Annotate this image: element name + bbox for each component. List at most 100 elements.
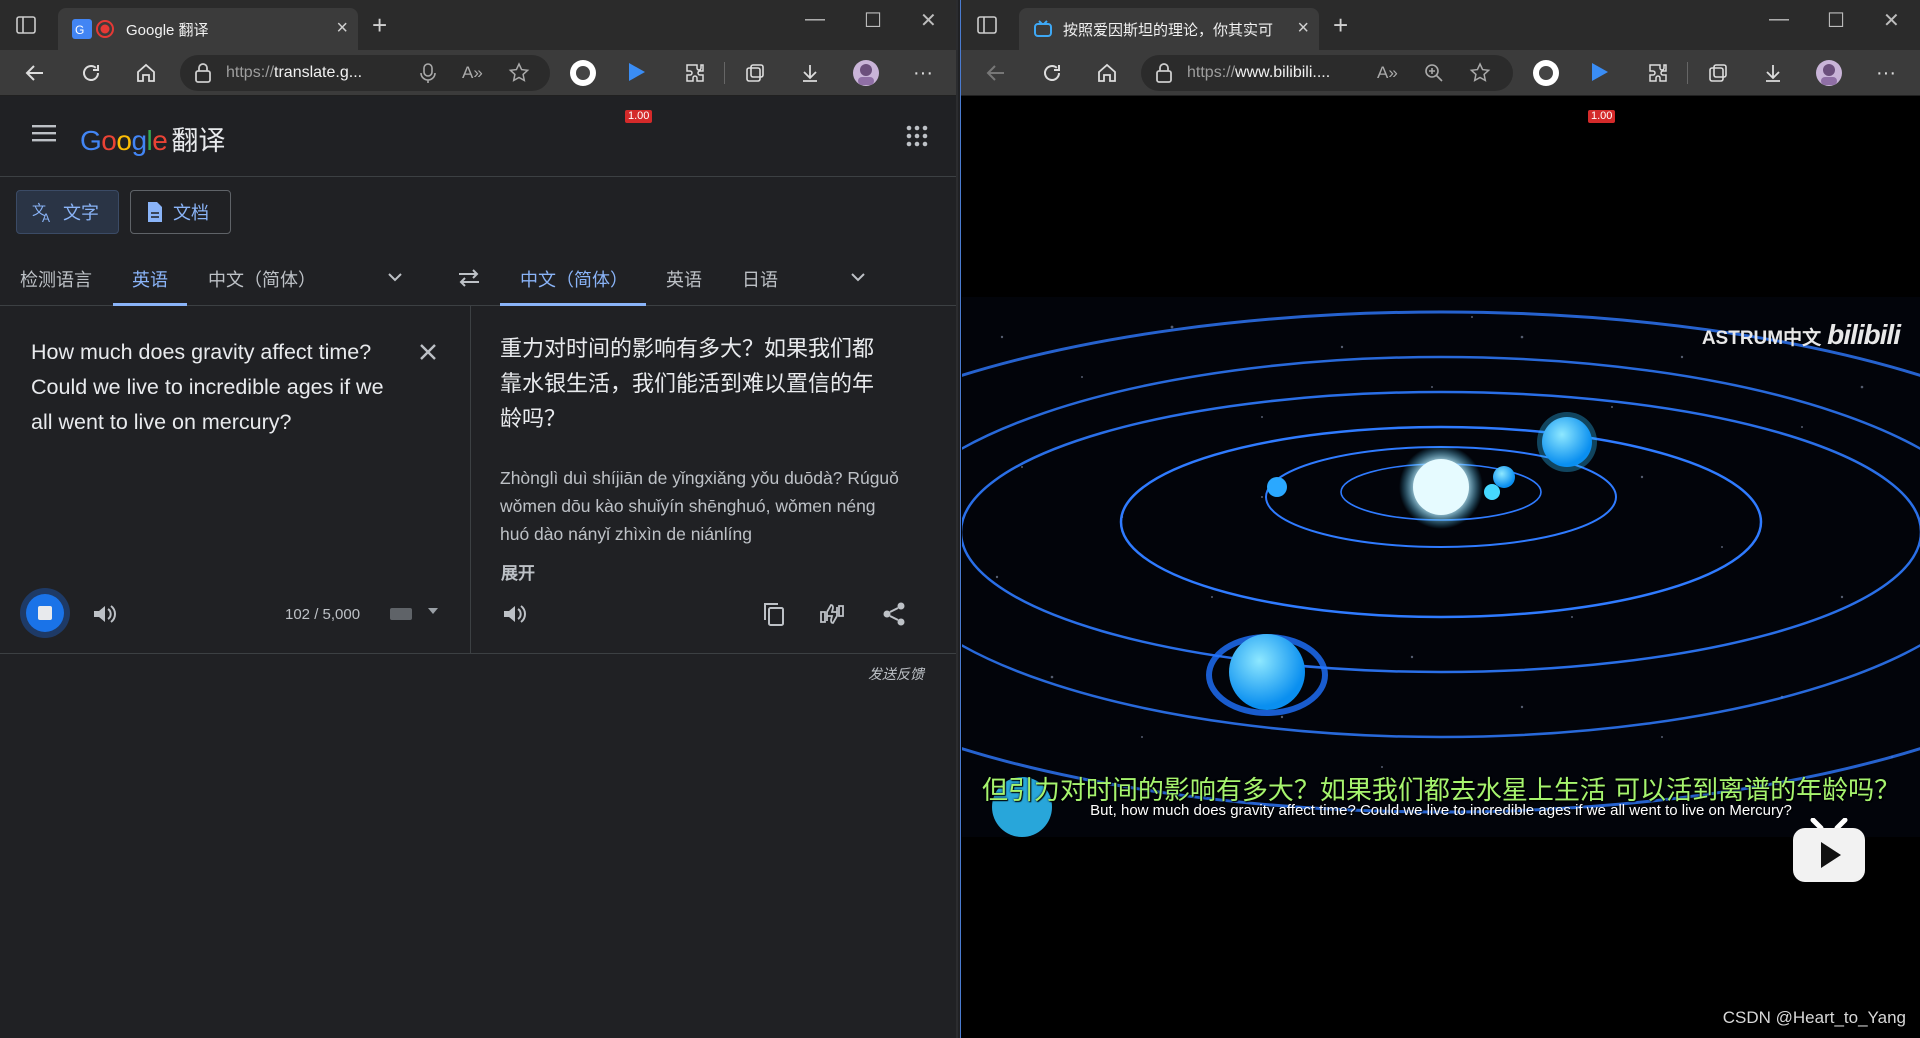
browser-toolbar: https://translate.g... A» 1.00 ··· [0,50,956,123]
feedback-divider [0,653,956,654]
translate-brand-label: 翻译 [171,126,226,156]
google-apps-icon[interactable] [906,125,928,147]
favorite-icon[interactable] [1469,62,1491,84]
download-icon[interactable] [1758,58,1788,88]
tab-bilibili-video[interactable]: 按照爱因斯坦的理论，你其实可 × [1019,8,1319,50]
video-speed-icon[interactable] [1586,58,1616,88]
text-mode-label: 文字 [63,203,99,223]
maximize-icon[interactable]: ☐ [864,8,882,33]
home-icon[interactable] [131,58,161,88]
svg-text:G: G [75,23,84,37]
swap-languages-icon[interactable] [456,267,482,289]
collections-icon[interactable] [740,58,770,88]
back-icon[interactable] [20,58,50,88]
listen-translation-icon[interactable] [500,600,528,628]
translate-header: Google 翻译 [0,97,956,177]
back-icon[interactable] [981,58,1011,88]
source-lang-selected-indicator [113,303,187,306]
google-translate-logo[interactable]: Google 翻译 [80,119,225,158]
listen-source-icon[interactable] [90,600,118,628]
menu-icon[interactable] [32,123,58,143]
target-lang-dropdown-icon[interactable] [847,266,869,288]
source-lang-english[interactable]: 英语 [132,266,168,292]
source-lang-chinese[interactable]: 中文（简体） [208,266,316,292]
stop-icon [38,606,52,620]
stop-voice-input-button[interactable] [26,594,64,632]
document-mode-button[interactable]: 文档 [130,190,231,234]
browser-window-google-translate: G Google 翻译 × + — ☐ ✕ https://translate.… [0,0,958,1038]
close-tab-icon[interactable]: × [1297,17,1309,40]
new-tab-icon[interactable]: + [372,10,387,41]
refresh-icon[interactable] [76,58,106,88]
source-lang-dropdown-icon[interactable] [384,266,406,288]
rate-translation-icon[interactable] [818,600,846,628]
romanization-text: Zhònglì duì shíjiān de yǐngxiǎng yǒu duō… [500,468,899,544]
minimize-icon[interactable]: — [805,8,825,31]
address-bar[interactable]: https://www.bilibili.... A» [1141,55,1513,91]
tab-title: Google 翻译 [126,22,209,39]
collections-icon[interactable] [1703,58,1733,88]
close-tab-icon[interactable]: × [336,17,348,40]
extension-translate-icon[interactable] [1531,58,1561,88]
close-window-icon[interactable]: ✕ [920,8,937,33]
more-options-icon[interactable]: ··· [1871,58,1901,88]
address-bar[interactable]: https://translate.g... A» [180,55,550,91]
read-aloud-icon[interactable]: A» [462,63,483,83]
favorite-icon[interactable] [508,62,530,84]
send-feedback-link[interactable]: 发送反馈 [868,664,924,684]
profile-avatar[interactable] [851,58,881,88]
bilibili-logo: bilibili [1827,319,1901,350]
more-options-icon[interactable]: ··· [908,58,938,88]
text-mode-button[interactable]: 文A 文字 [16,190,119,234]
refresh-icon[interactable] [1037,58,1067,88]
extensions-icon[interactable] [1643,58,1673,88]
new-tab-icon[interactable]: + [1333,10,1348,41]
channel-watermark: ASTRUM中文 bilibili [1702,319,1901,351]
close-window-icon[interactable]: ✕ [1883,8,1900,33]
document-mode-label: 文档 [173,203,209,223]
solar-system-animation [962,310,1920,837]
tab-actions-icon[interactable] [975,13,999,37]
url-text: https://translate.g... [226,64,363,81]
lock-icon[interactable] [194,62,212,84]
tab-title: 按照爱因斯坦的理论，你其实可 [1063,22,1274,39]
share-translation-icon[interactable] [880,600,908,628]
lock-icon[interactable] [1155,62,1173,84]
bilibili-play-icon[interactable] [1791,818,1867,884]
planet [1484,484,1500,500]
expand-link[interactable]: 展开 [501,559,535,584]
ringed-planet [1229,634,1305,710]
target-lang-english[interactable]: 英语 [666,266,702,292]
url-text: https://www.bilibili.... [1187,64,1331,81]
tab-google-translate[interactable]: G Google 翻译 × [58,8,358,50]
microphone-icon[interactable] [418,62,438,84]
character-count: 102 / 5,000 [285,606,361,623]
maximize-icon[interactable]: ☐ [1827,8,1845,33]
download-icon[interactable] [795,58,825,88]
tab-actions-icon[interactable] [14,13,38,37]
minimize-icon[interactable]: — [1769,8,1789,31]
home-icon[interactable] [1092,58,1122,88]
translation-output: 重力对时间的影响有多大？如果我们都靠水银生活，我们能活到难以置信的年龄吗？ [500,337,875,432]
toolbar-divider [724,62,725,84]
clear-source-icon[interactable] [416,340,440,364]
profile-avatar[interactable] [1814,58,1844,88]
target-lang-chinese[interactable]: 中文（简体） [520,266,628,292]
read-aloud-icon[interactable]: A» [1377,63,1398,83]
zoom-icon[interactable] [1423,62,1445,84]
source-lang-detect[interactable]: 检测语言 [20,266,92,292]
source-text-input[interactable]: How much does gravity affect time? Could… [31,335,411,440]
extensions-icon[interactable] [680,58,710,88]
google-translate-favicon-icon: G [72,19,92,39]
video-speed-icon[interactable] [623,58,653,88]
extension-translate-icon[interactable] [568,58,598,88]
copy-translation-icon[interactable] [760,600,788,628]
keyboard-icon[interactable] [390,608,412,620]
planet [1267,477,1287,497]
svg-text:A: A [42,211,50,224]
input-tools-dropdown-icon[interactable] [428,608,438,614]
planet [1542,417,1592,467]
planet [1493,466,1515,488]
target-lang-japanese[interactable]: 日语 [742,266,778,292]
video-player[interactable]: ASTRUM中文 bilibili 但引力对时间的影响有多大？如果我们都去水星上生… [962,297,1920,837]
